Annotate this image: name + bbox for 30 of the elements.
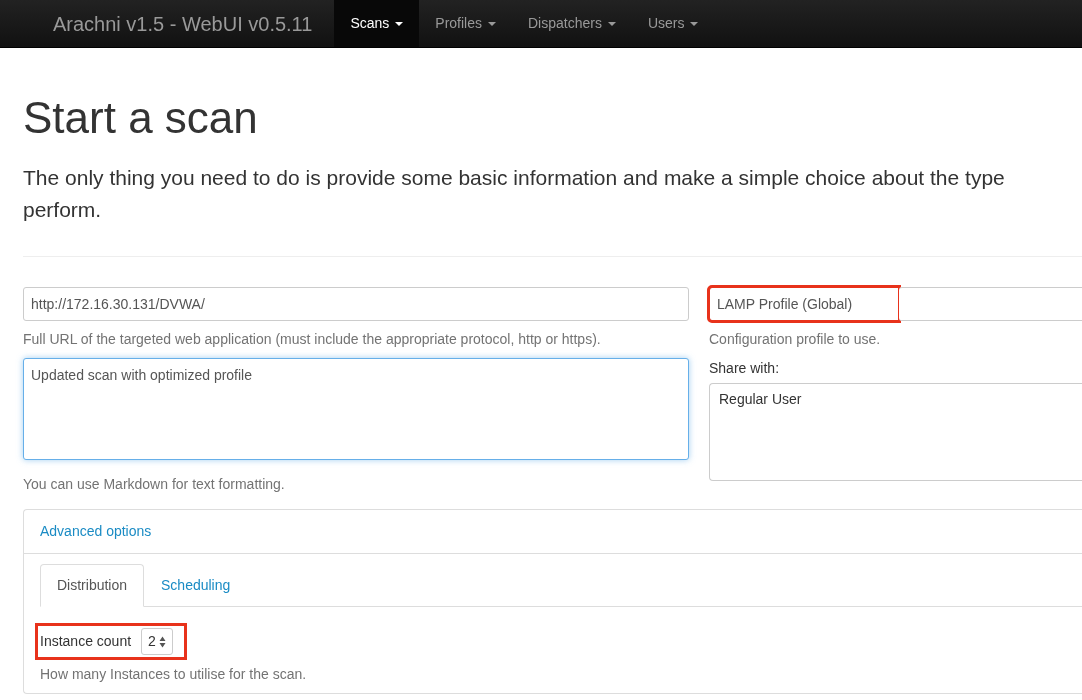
description-field[interactable]: Updated scan with optimized profile [23,358,689,461]
caret-icon [607,21,616,26]
list-option[interactable]: Regular User [719,389,1082,411]
url-field[interactable]: http://172.16.30.131/DVWA/ [23,287,689,322]
page-title: Start a scan [23,94,259,143]
tab[interactable]: Scheduling [144,564,248,608]
number-field[interactable]: 2 [141,628,173,656]
brand-title[interactable]: Arachni v1.5 - WebUI v0.5.11 [53,0,313,47]
nav-menu[interactable]: Scans [334,0,420,47]
number-value: 2 [148,632,156,652]
help-text: Full URL of the targeted web application (must include the appropriate protocol, http or https). [23,330,602,350]
spinner-arrows-icon[interactable] [158,635,166,648]
caret-icon [488,21,496,26]
caret-icon [690,21,699,26]
help-text: How many Instances to utilise for the scan. [40,665,308,685]
field-label: Share with: [709,359,781,379]
help-text: You can use Markdown for text formatting. [23,475,286,495]
select-field[interactable] [899,287,1082,322]
share-list[interactable]: Regular User [709,383,1082,482]
tab[interactable]: Distribution [40,564,145,608]
field-label: Instance count [40,632,132,652]
nav-menu[interactable]: Users [631,0,715,47]
nav-menu[interactable]: Profiles [419,0,512,47]
help-text: Configuration profile to use. [709,330,882,350]
caret-icon [395,21,404,26]
lead-text: perform. [23,197,103,224]
profile-select[interactable]: LAMP Profile (Global) [709,287,900,322]
lead-text: The only thing you need to do is provide some basic information and make a simple choice about the type [23,165,1006,192]
panel-link[interactable]: Advanced options [40,523,152,540]
nav-menu[interactable]: Dispatchers [512,0,632,47]
